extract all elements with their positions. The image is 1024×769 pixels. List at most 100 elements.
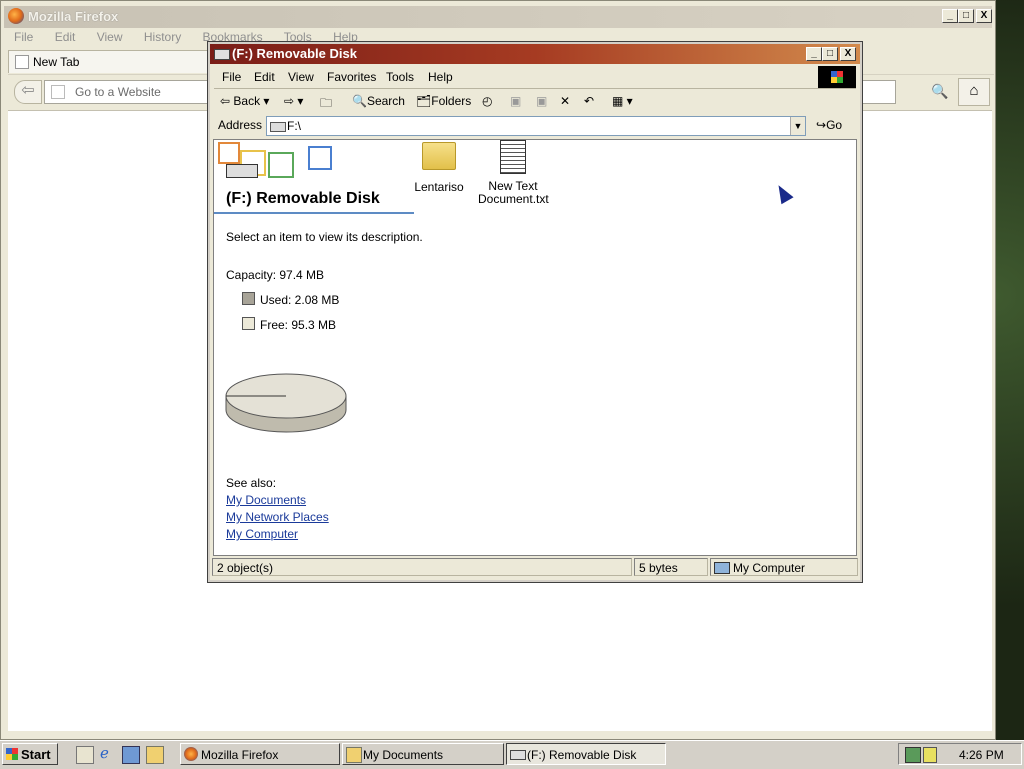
computer-icon (714, 562, 730, 574)
menu-view[interactable]: View (97, 30, 123, 44)
history-button[interactable]: ◴ (482, 94, 492, 108)
taskbar-item-my-documents[interactable]: My Documents (342, 743, 504, 765)
banner-decoration (268, 152, 294, 178)
divider (214, 88, 856, 89)
banner-underline (214, 212, 414, 214)
page-icon (15, 55, 29, 69)
go-button[interactable]: ↪Go (816, 118, 842, 132)
used-legend-swatch (242, 292, 255, 305)
explorer-toolbar: ⇦ Back ▾ ⇨ ▾ 🗀 🔍Search 🗂Folders ◴ ▣ ▣ ✕ … (214, 90, 856, 114)
folders-button[interactable]: 🗂Folders (416, 94, 471, 108)
copy-to-button[interactable]: ▣ (536, 94, 547, 108)
capacity-text: Capacity: 97.4 MB (226, 268, 325, 282)
banner-decoration (218, 142, 240, 164)
undo-icon: ↶ (584, 94, 595, 108)
taskbar-item-removable-disk[interactable]: (F:) Removable Disk (506, 743, 666, 765)
explorer-close-button[interactable]: X (840, 47, 856, 61)
up-folder-button[interactable]: 🗀 (320, 94, 332, 115)
description-text: Select an item to view its description. (226, 230, 423, 244)
firefox-maximize-button[interactable]: □ (958, 9, 974, 23)
arrow-left-icon: ⇦ (220, 94, 234, 108)
drive-icon (270, 122, 286, 132)
banner-decoration (308, 146, 332, 170)
tray-app-icon[interactable] (923, 747, 937, 763)
menu-file[interactable]: File (14, 30, 33, 44)
see-also-label: See also: (226, 476, 277, 490)
explorer-minimize-button[interactable]: _ (806, 47, 822, 61)
explorer-title: (F:) Removable Disk (232, 46, 357, 61)
folder-icon (346, 747, 362, 763)
address-input[interactable]: F:\ ▼ (266, 116, 806, 136)
home-icon: ⌂ (969, 82, 979, 99)
menu-favorites[interactable]: Favorites (327, 70, 376, 84)
taskbar-item-firefox[interactable]: Mozilla Firefox (180, 743, 340, 765)
drive-icon (214, 49, 230, 60)
show-desktop-icon[interactable] (76, 746, 94, 764)
file-item-folder[interactable]: Lentariso (404, 142, 474, 194)
file-label: New Text Document.txt (478, 179, 549, 206)
explorer-title-bar[interactable]: (F:) Removable Disk (210, 44, 860, 64)
menu-file[interactable]: File (222, 70, 241, 84)
explorer-maximize-button[interactable]: □ (822, 47, 838, 61)
link-my-computer[interactable]: My Computer (226, 527, 298, 541)
menu-edit[interactable]: Edit (254, 70, 275, 84)
file-item-text-document[interactable]: New Text Document.txt (478, 140, 549, 206)
back-label: Back (233, 94, 261, 108)
clock[interactable]: 4:26 PM (959, 748, 1004, 762)
menu-edit[interactable]: Edit (55, 30, 76, 44)
removable-drive-icon (226, 164, 258, 178)
address-label: Address (218, 118, 263, 132)
arrow-left-icon: ⇦ (21, 82, 35, 99)
url-placeholder: Go to a Website (75, 85, 161, 99)
used-text: Used: 2.08 MB (260, 293, 340, 307)
firefox-title: Mozilla Firefox (28, 9, 119, 24)
tab-new-tab[interactable]: New Tab (8, 50, 212, 73)
views-button[interactable]: ▦ ▾ (612, 94, 633, 108)
firefox-title-bar[interactable]: Mozilla Firefox (4, 6, 992, 28)
text-file-icon (500, 140, 526, 174)
pane-title: (F:) Removable Disk (226, 190, 380, 207)
copy-to-icon: ▣ (536, 94, 548, 108)
go-label: Go (826, 118, 843, 132)
search-label: Search (366, 94, 405, 108)
chevron-down-icon: ▼ (793, 121, 803, 131)
menu-help[interactable]: Help (428, 70, 453, 84)
outlook-express-icon[interactable] (122, 746, 140, 764)
history-icon: ◴ (482, 94, 493, 108)
address-dropdown-button[interactable]: ▼ (790, 117, 805, 135)
forward-button[interactable]: ⇨ ▾ (284, 94, 303, 108)
home-button[interactable]: ⌂ (958, 78, 990, 106)
status-objects: 2 object(s) (212, 558, 632, 576)
firefox-close-button[interactable]: X (976, 9, 992, 23)
link-my-network-places[interactable]: My Network Places (226, 510, 329, 524)
go-arrow-icon: ↪ (816, 118, 827, 132)
search-icon[interactable]: 🔍 (928, 80, 952, 102)
delete-button[interactable]: ✕ (560, 94, 570, 108)
address-bar: Address F:\ ▼ ↪Go (214, 114, 856, 138)
menu-view[interactable]: View (288, 70, 314, 84)
back-button[interactable]: ⇦ (14, 80, 42, 104)
delete-icon: ✕ (560, 94, 571, 108)
taskbar-item-label: (F:) Removable Disk (527, 748, 637, 762)
internet-explorer-icon[interactable]: ℯ (100, 746, 116, 762)
status-size: 5 bytes (634, 558, 708, 576)
undo-button[interactable]: ↶ (584, 94, 594, 108)
explorer-menu-bar: File Edit View Favorites Tools Help (214, 66, 856, 86)
menu-tools[interactable]: Tools (386, 70, 414, 84)
disk-usage-pie (225, 373, 347, 433)
folders-icon: 🗂 (416, 94, 432, 108)
start-button[interactable]: Start (2, 743, 58, 765)
explorer-quicklaunch-icon[interactable] (146, 746, 164, 764)
firefox-minimize-button[interactable]: _ (942, 9, 958, 23)
menu-history[interactable]: History (144, 30, 181, 44)
move-to-button[interactable]: ▣ (510, 94, 521, 108)
folder-up-icon: 🗀 (320, 96, 333, 110)
tab-label: New Tab (33, 55, 80, 69)
link-my-documents[interactable]: My Documents (226, 493, 306, 507)
search-button[interactable]: 🔍Search (352, 94, 405, 108)
taskbar-item-label: My Documents (363, 748, 444, 762)
system-tray: 4:26 PM (898, 743, 1022, 765)
drive-banner: (F:) Removable Disk (214, 140, 414, 214)
back-button[interactable]: ⇦ Back ▾ (220, 94, 269, 108)
safely-remove-hardware-icon[interactable] (905, 747, 921, 763)
